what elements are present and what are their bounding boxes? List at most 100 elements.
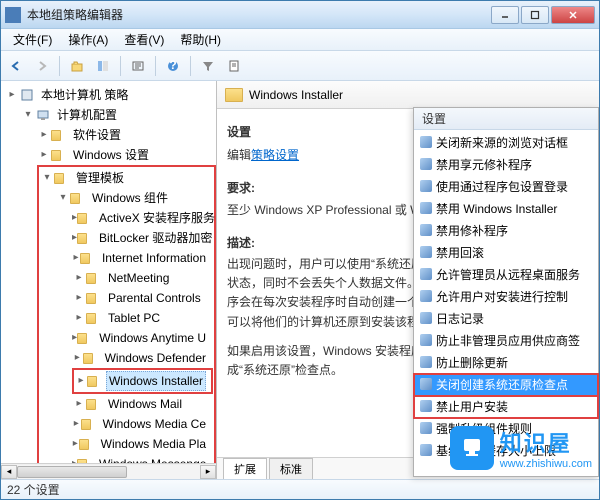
tree-admin-templates[interactable]: ▾ 管理模板 — [40, 168, 213, 188]
folder-icon — [80, 250, 96, 266]
settings-item[interactable]: 使用通过程序包设置登录 — [414, 176, 598, 198]
settings-list: 关闭新来源的浏览对话框禁用享元修补程序使用通过程序包设置登录禁用 Windows… — [414, 130, 598, 464]
settings-item[interactable]: 禁用 Windows Installer — [414, 198, 598, 220]
settings-item[interactable]: 关闭创建系统还原检查点 — [414, 374, 598, 396]
tree-windows-settings[interactable]: ▸ Windows 设置 — [37, 145, 216, 165]
folder-icon — [51, 127, 67, 143]
main-window: 本地组策略编辑器 文件(F) 操作(A) 查看(V) 帮助(H) ? — [0, 0, 600, 500]
tab-extended[interactable]: 扩展 — [223, 458, 267, 479]
expand-icon[interactable]: ▸ — [72, 309, 86, 327]
settings-item[interactable]: 基线文件缓存大小上限 — [414, 440, 598, 462]
close-button[interactable] — [551, 6, 595, 24]
settings-item[interactable]: 防止非管理员应用供应商签 — [414, 330, 598, 352]
tree-item-label: Windows Defender — [102, 348, 209, 368]
expand-icon[interactable]: ▸ — [75, 372, 87, 390]
settings-item[interactable]: 禁用回滚 — [414, 242, 598, 264]
properties-button[interactable] — [223, 55, 245, 77]
tree-computer-config[interactable]: ▾ 计算机配置 — [21, 105, 216, 125]
computer-icon — [35, 107, 51, 123]
expand-icon[interactable]: ▸ — [72, 269, 86, 287]
show-hide-tree-button[interactable] — [92, 55, 114, 77]
settings-item[interactable]: 禁止用户安装 — [414, 396, 598, 418]
expand-icon[interactable]: ▸ — [72, 289, 86, 307]
tree-item[interactable]: ▸ Windows Defender — [72, 348, 213, 368]
settings-item[interactable]: 防止删除更新 — [414, 352, 598, 374]
tree-item[interactable]: ▸Windows Media Ce — [72, 414, 213, 434]
export-button[interactable] — [127, 55, 149, 77]
tree-item-label: Tablet PC — [105, 308, 163, 328]
folder-icon — [83, 350, 99, 366]
tree-item[interactable]: ▸ Windows Media Pla — [72, 434, 213, 454]
expand-icon[interactable]: ▸ — [72, 415, 81, 433]
tree-windows-components[interactable]: ▾ Windows 组件 — [56, 188, 213, 208]
window-controls — [491, 6, 595, 24]
tree-item[interactable]: ▸ Parental Controls — [72, 288, 213, 308]
tree-item-label: Windows Media Pla — [98, 434, 209, 454]
tree-pane: ▸ 本地计算机 策略 ▾ 计算机配置 ▸ — [1, 81, 217, 479]
settings-item[interactable]: 日志记录 — [414, 308, 598, 330]
filter-button[interactable] — [197, 55, 219, 77]
tree-item[interactable]: ▸Windows Anytime U — [72, 328, 213, 348]
expand-icon[interactable]: ▸ — [72, 435, 79, 453]
menu-help[interactable]: 帮助(H) — [172, 29, 229, 50]
up-button[interactable] — [66, 55, 88, 77]
folder-icon — [77, 330, 93, 346]
settings-item[interactable]: 禁用修补程序 — [414, 220, 598, 242]
settings-item[interactable]: 允许管理员从远程桌面服务 — [414, 264, 598, 286]
folder-icon — [86, 396, 102, 412]
help-button[interactable]: ? — [162, 55, 184, 77]
tree-item[interactable]: ▸ Windows Installer — [75, 371, 210, 391]
tree-item[interactable]: ▸BitLocker 驱动器加密 — [72, 228, 213, 248]
expand-icon[interactable]: ▸ — [5, 86, 19, 104]
toolbar-separator — [190, 56, 191, 76]
settings-item[interactable]: 强制升级组件规则 — [414, 418, 598, 440]
expand-icon[interactable]: ▸ — [72, 349, 83, 367]
scroll-left-button[interactable]: ◂ — [1, 465, 17, 479]
tree-item[interactable]: ▸Windows Messenge — [72, 454, 213, 463]
status-text: 22 个设置 — [7, 481, 60, 498]
windows-installer-highlight: ▸ Windows Installer — [72, 368, 213, 394]
titlebar: 本地组策略编辑器 — [1, 1, 599, 29]
tree-software-settings[interactable]: ▸ 软件设置 — [37, 125, 216, 145]
maximize-button[interactable] — [521, 6, 549, 24]
tree-item[interactable]: ▸Windows Mail — [72, 394, 213, 414]
expand-icon[interactable]: ▸ — [72, 249, 80, 267]
menu-action[interactable]: 操作(A) — [60, 29, 116, 50]
tree-item-label: Internet Information — [99, 248, 209, 268]
back-button[interactable] — [5, 55, 27, 77]
scroll-track[interactable] — [17, 465, 200, 479]
settings-item[interactable]: 允许用户对安装进行控制 — [414, 286, 598, 308]
scroll-thumb[interactable] — [17, 466, 127, 478]
tree-root-node[interactable]: ▸ 本地计算机 策略 — [5, 85, 216, 105]
collapse-icon[interactable]: ▾ — [40, 169, 54, 187]
expand-icon[interactable]: ▸ — [37, 146, 51, 164]
svg-text:?: ? — [169, 59, 176, 72]
collapse-icon[interactable]: ▾ — [56, 189, 70, 207]
tab-standard[interactable]: 标准 — [269, 458, 313, 479]
policy-icon — [19, 87, 35, 103]
tree-item-label: Windows Installer — [106, 371, 206, 391]
collapse-icon[interactable]: ▾ — [21, 106, 35, 124]
settings-item[interactable]: 关闭新来源的浏览对话框 — [414, 132, 598, 154]
policy-settings-link[interactable]: 策略设置 — [251, 148, 299, 162]
menu-file[interactable]: 文件(F) — [5, 29, 60, 50]
scroll-right-button[interactable]: ▸ — [200, 465, 216, 479]
tree-item[interactable]: ▸ActiveX 安装程序服务 — [72, 208, 213, 228]
expand-icon[interactable]: ▸ — [37, 126, 51, 144]
folder-icon — [86, 270, 102, 286]
detail-header: Windows Installer — [217, 81, 599, 109]
admin-templates-highlight: ▾ 管理模板 ▾ Windows 组件 — [37, 165, 216, 463]
tree-hscrollbar[interactable]: ◂ ▸ — [1, 463, 216, 479]
expand-icon[interactable]: ▸ — [72, 395, 86, 413]
forward-button[interactable] — [31, 55, 53, 77]
tree-item-label: Parental Controls — [105, 288, 204, 308]
folder-icon — [54, 170, 70, 186]
tree-item[interactable]: ▸NetMeeting — [72, 268, 213, 288]
settings-item[interactable]: 禁用享元修补程序 — [414, 154, 598, 176]
minimize-button[interactable] — [491, 6, 519, 24]
menu-view[interactable]: 查看(V) — [116, 29, 172, 50]
tree-scroll[interactable]: ▸ 本地计算机 策略 ▾ 计算机配置 ▸ — [1, 81, 216, 463]
tree-item[interactable]: ▸ Internet Information — [72, 248, 213, 268]
folder-icon — [87, 373, 103, 389]
tree-item[interactable]: ▸ Tablet PC — [72, 308, 213, 328]
